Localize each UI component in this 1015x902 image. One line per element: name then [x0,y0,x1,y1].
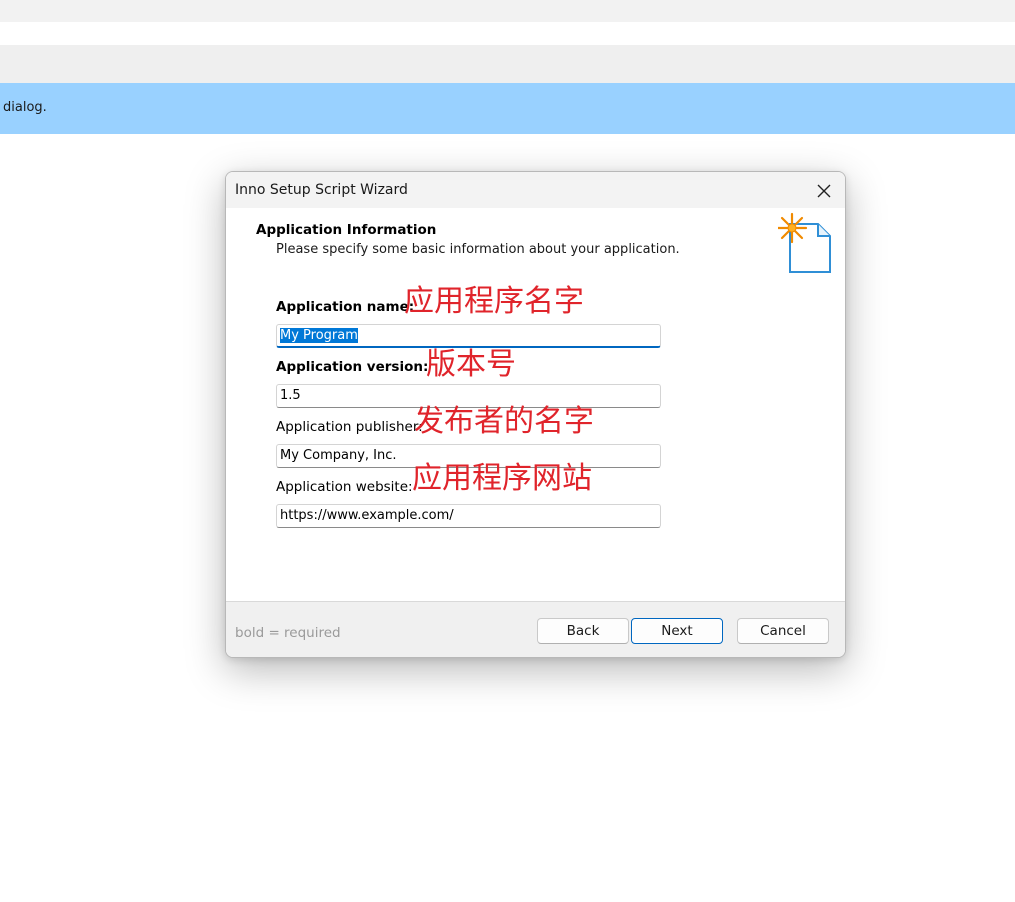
dialog-footer: bold = required Back Next Cancel [226,601,845,657]
wizard-dialog: Inno Setup Script Wizard Application Inf… [225,171,846,658]
required-legend-bold: bold [235,625,265,641]
top-toolbar-strip [0,0,1015,22]
gray-strip [0,45,1015,83]
app-version-value: 1.5 [280,388,301,403]
next-button[interactable]: Next [631,618,723,644]
app-name-input[interactable]: My Program [276,324,661,348]
secondary-strip [0,22,1015,45]
app-publisher-value: My Company, Inc. [280,448,397,463]
app-website-input[interactable]: https://www.example.com/ [276,504,661,528]
dialog-title: Inno Setup Script Wizard [235,182,408,198]
dialog-titlebar[interactable]: Inno Setup Script Wizard [226,172,845,208]
info-banner: dialog. [0,83,1015,134]
close-button[interactable] [813,180,835,202]
app-name-annotation: 应用程序名字 [404,284,584,319]
app-website-label: Application website: [276,479,413,495]
close-icon [817,184,831,198]
app-publisher-annotation: 发布者的名字 [414,404,594,439]
app-publisher-label: Application publisher: [276,419,423,435]
app-website-annotation: 应用程序网站 [412,461,592,496]
info-banner-text: dialog. [3,100,47,115]
required-legend: bold = required [235,625,341,641]
required-legend-rest: = required [264,625,341,641]
back-button[interactable]: Back [537,618,629,644]
new-script-wizard-icon [778,212,831,273]
cancel-button[interactable]: Cancel [737,618,829,644]
app-website-value: https://www.example.com/ [280,508,454,523]
app-version-annotation: 版本号 [426,347,516,382]
page-subtitle: Please specify some basic information ab… [276,242,680,257]
app-name-value: My Program [280,328,358,343]
app-name-label: Application name: [276,299,415,315]
app-version-label: Application version: [276,359,429,375]
page-title: Application Information [256,222,437,238]
